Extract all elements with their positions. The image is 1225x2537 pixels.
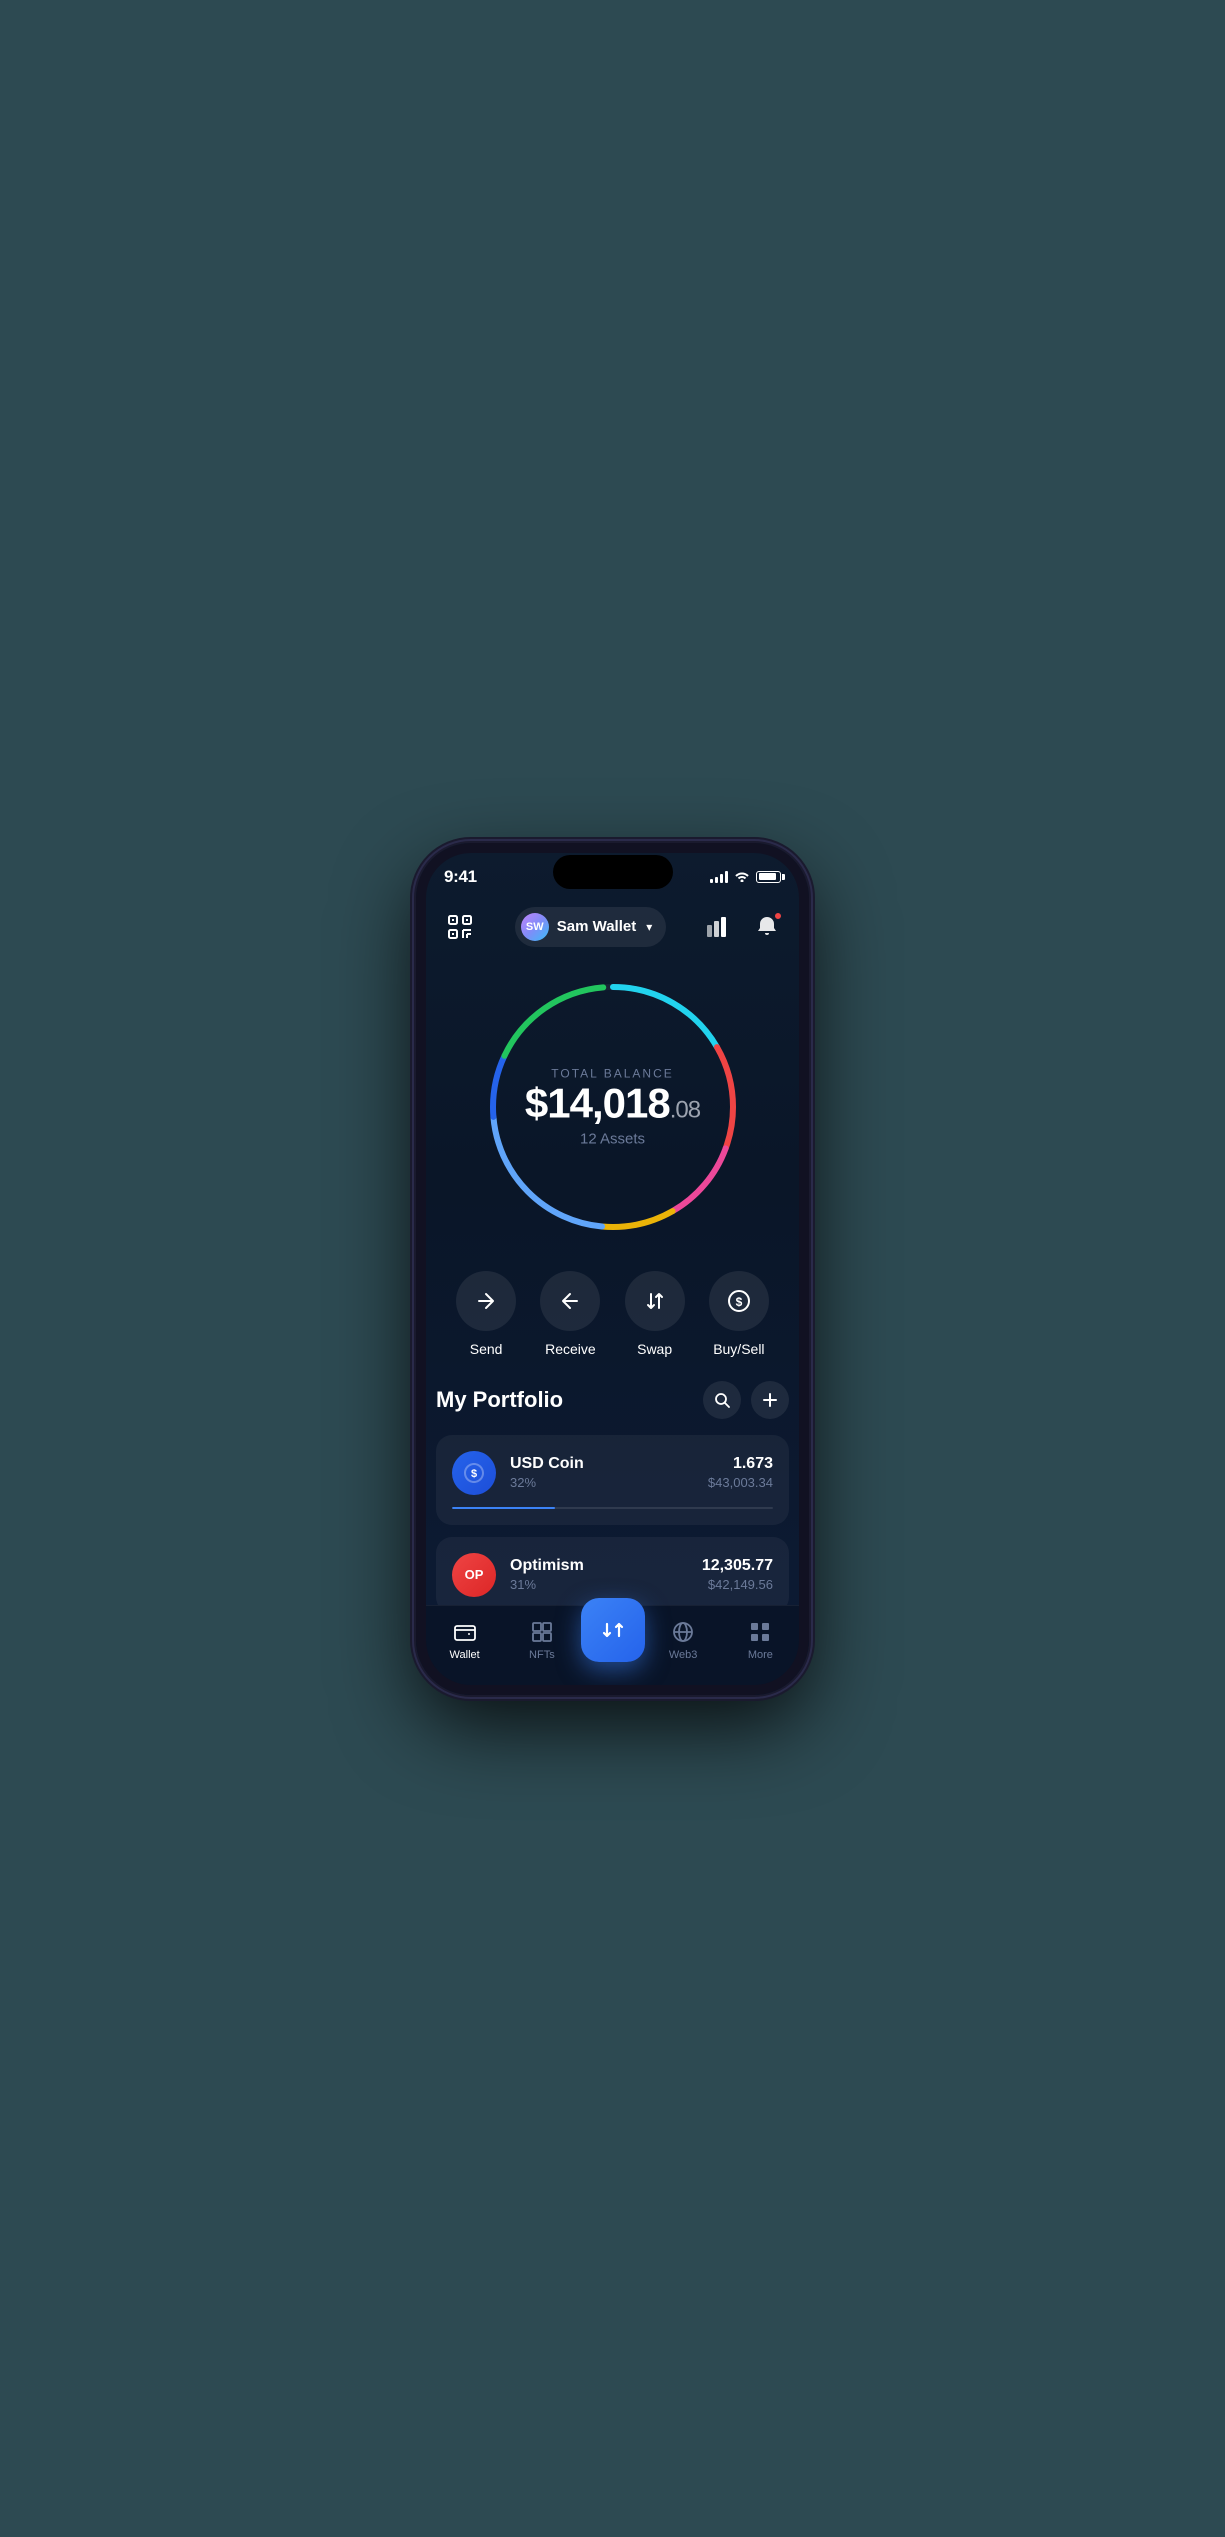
send-icon [475,1290,497,1312]
assets-count: 12 Assets [525,1130,700,1147]
chart-icon [707,917,731,937]
usdc-asset-card[interactable]: $ USD Coin 32% 1.673 $43,003.34 [436,1435,789,1525]
op-info: Optimism 31% [510,1557,688,1592]
op-pct: 31% [510,1577,688,1592]
portfolio-header: My Portfolio [436,1381,789,1419]
receive-icon [559,1290,581,1312]
op-icon: OP [452,1553,496,1597]
avatar: SW [521,913,549,941]
nav-more[interactable]: More [722,1620,799,1661]
add-button[interactable] [751,1381,789,1419]
balance-amount: $14,018.08 [525,1080,700,1126]
status-icons [710,869,781,885]
web3-icon [671,1620,695,1644]
svg-text:$: $ [736,1295,743,1309]
chevron-down-icon: ▾ [646,920,652,934]
swap-button[interactable]: Swap [625,1271,685,1357]
receive-label: Receive [545,1341,596,1357]
op-name: Optimism [510,1557,688,1575]
swap-label: Swap [637,1341,672,1357]
action-buttons: Send Receive Swap [416,1247,809,1381]
receive-button[interactable]: Receive [540,1271,600,1357]
signal-icon [710,871,728,883]
total-balance-label: TOTAL BALANCE [525,1066,700,1080]
wallet-icon [453,1620,477,1644]
swap-center-icon [599,1616,627,1644]
send-button[interactable]: Send [456,1271,516,1357]
usdc-pct: 32% [510,1475,694,1490]
header-right-actions [701,909,785,945]
nav-more-label: More [748,1649,773,1661]
balance-circle: TOTAL BALANCE $14,018.08 12 Assets [473,967,753,1247]
wifi-icon [734,869,750,885]
nav-swap-center[interactable] [581,1598,645,1662]
usdc-usd: $43,003.34 [708,1475,773,1490]
screen: 9:41 [416,843,809,1695]
svg-text:$: $ [471,1468,477,1480]
scan-button[interactable] [440,907,480,947]
battery-icon [756,871,781,883]
app-header: SW Sam Wallet ▾ [416,897,809,957]
usdc-amount: 1.673 [708,1455,773,1473]
usdc-name: USD Coin [510,1455,694,1473]
op-asset-card[interactable]: OP Optimism 31% 12,305.77 $42,149.56 [436,1537,789,1605]
search-button[interactable] [703,1381,741,1419]
usdc-asset-row: $ USD Coin 32% 1.673 $43,003.34 [452,1451,773,1495]
nav-web3-label: Web3 [669,1649,698,1661]
chart-button[interactable] [701,909,737,945]
account-name: Sam Wallet [557,918,636,935]
buysell-button[interactable]: $ Buy/Sell [709,1271,769,1357]
nav-web3[interactable]: Web3 [645,1620,722,1661]
plus-icon [762,1392,778,1408]
nfts-icon [530,1620,554,1644]
phone-frame: 9:41 [416,843,809,1695]
usdc-progress-fill [452,1507,555,1509]
bottom-nav: Wallet NFTs [416,1605,809,1695]
notifications-button[interactable] [749,909,785,945]
buysell-label: Buy/Sell [713,1341,764,1357]
scan-icon [447,914,473,940]
op-values: 12,305.77 $42,149.56 [702,1557,773,1592]
portfolio-title: My Portfolio [436,1387,563,1413]
op-asset-row: OP Optimism 31% 12,305.77 $42,149.56 [452,1553,773,1597]
account-selector[interactable]: SW Sam Wallet ▾ [515,907,667,947]
usdc-values: 1.673 $43,003.34 [708,1455,773,1490]
buysell-icon: $ [726,1288,752,1314]
portfolio-section: My Portfolio [416,1381,809,1605]
nav-nfts-label: NFTs [529,1649,555,1661]
more-icon [748,1620,772,1644]
usdc-icon: $ [452,1451,496,1495]
usdc-progress-bar [452,1507,773,1509]
balance-center: TOTAL BALANCE $14,018.08 12 Assets [525,1066,700,1147]
dynamic-island [553,855,673,889]
status-time: 9:41 [444,867,477,887]
op-amount: 12,305.77 [702,1557,773,1575]
portfolio-actions [703,1381,789,1419]
usdc-info: USD Coin 32% [510,1455,694,1490]
send-label: Send [470,1341,503,1357]
swap-icon [644,1290,666,1312]
nav-nfts[interactable]: NFTs [503,1620,580,1661]
nav-wallet-label: Wallet [450,1649,480,1661]
battery-fill [759,873,776,880]
notification-badge [773,911,783,921]
nav-wallet[interactable]: Wallet [426,1620,503,1661]
search-icon [714,1392,730,1408]
op-usd: $42,149.56 [702,1577,773,1592]
balance-section: TOTAL BALANCE $14,018.08 12 Assets [416,957,809,1247]
